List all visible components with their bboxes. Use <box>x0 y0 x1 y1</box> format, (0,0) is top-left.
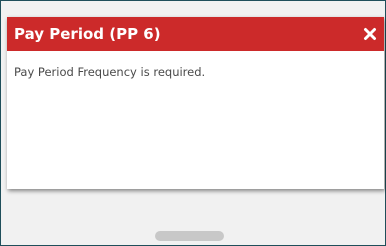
dialog-title-bar: Pay Period (PP 6) <box>7 17 384 51</box>
error-dialog: Pay Period (PP 6) Pay Period Frequency i… <box>7 17 384 189</box>
horizontal-scrollbar-thumb[interactable] <box>155 231 224 241</box>
close-icon[interactable] <box>363 26 377 40</box>
window-frame: Pay Period (PP 6) Pay Period Frequency i… <box>0 0 386 246</box>
dialog-message: Pay Period Frequency is required. <box>14 65 206 79</box>
dialog-title: Pay Period (PP 6) <box>14 25 161 43</box>
close-x-icon <box>364 28 376 40</box>
